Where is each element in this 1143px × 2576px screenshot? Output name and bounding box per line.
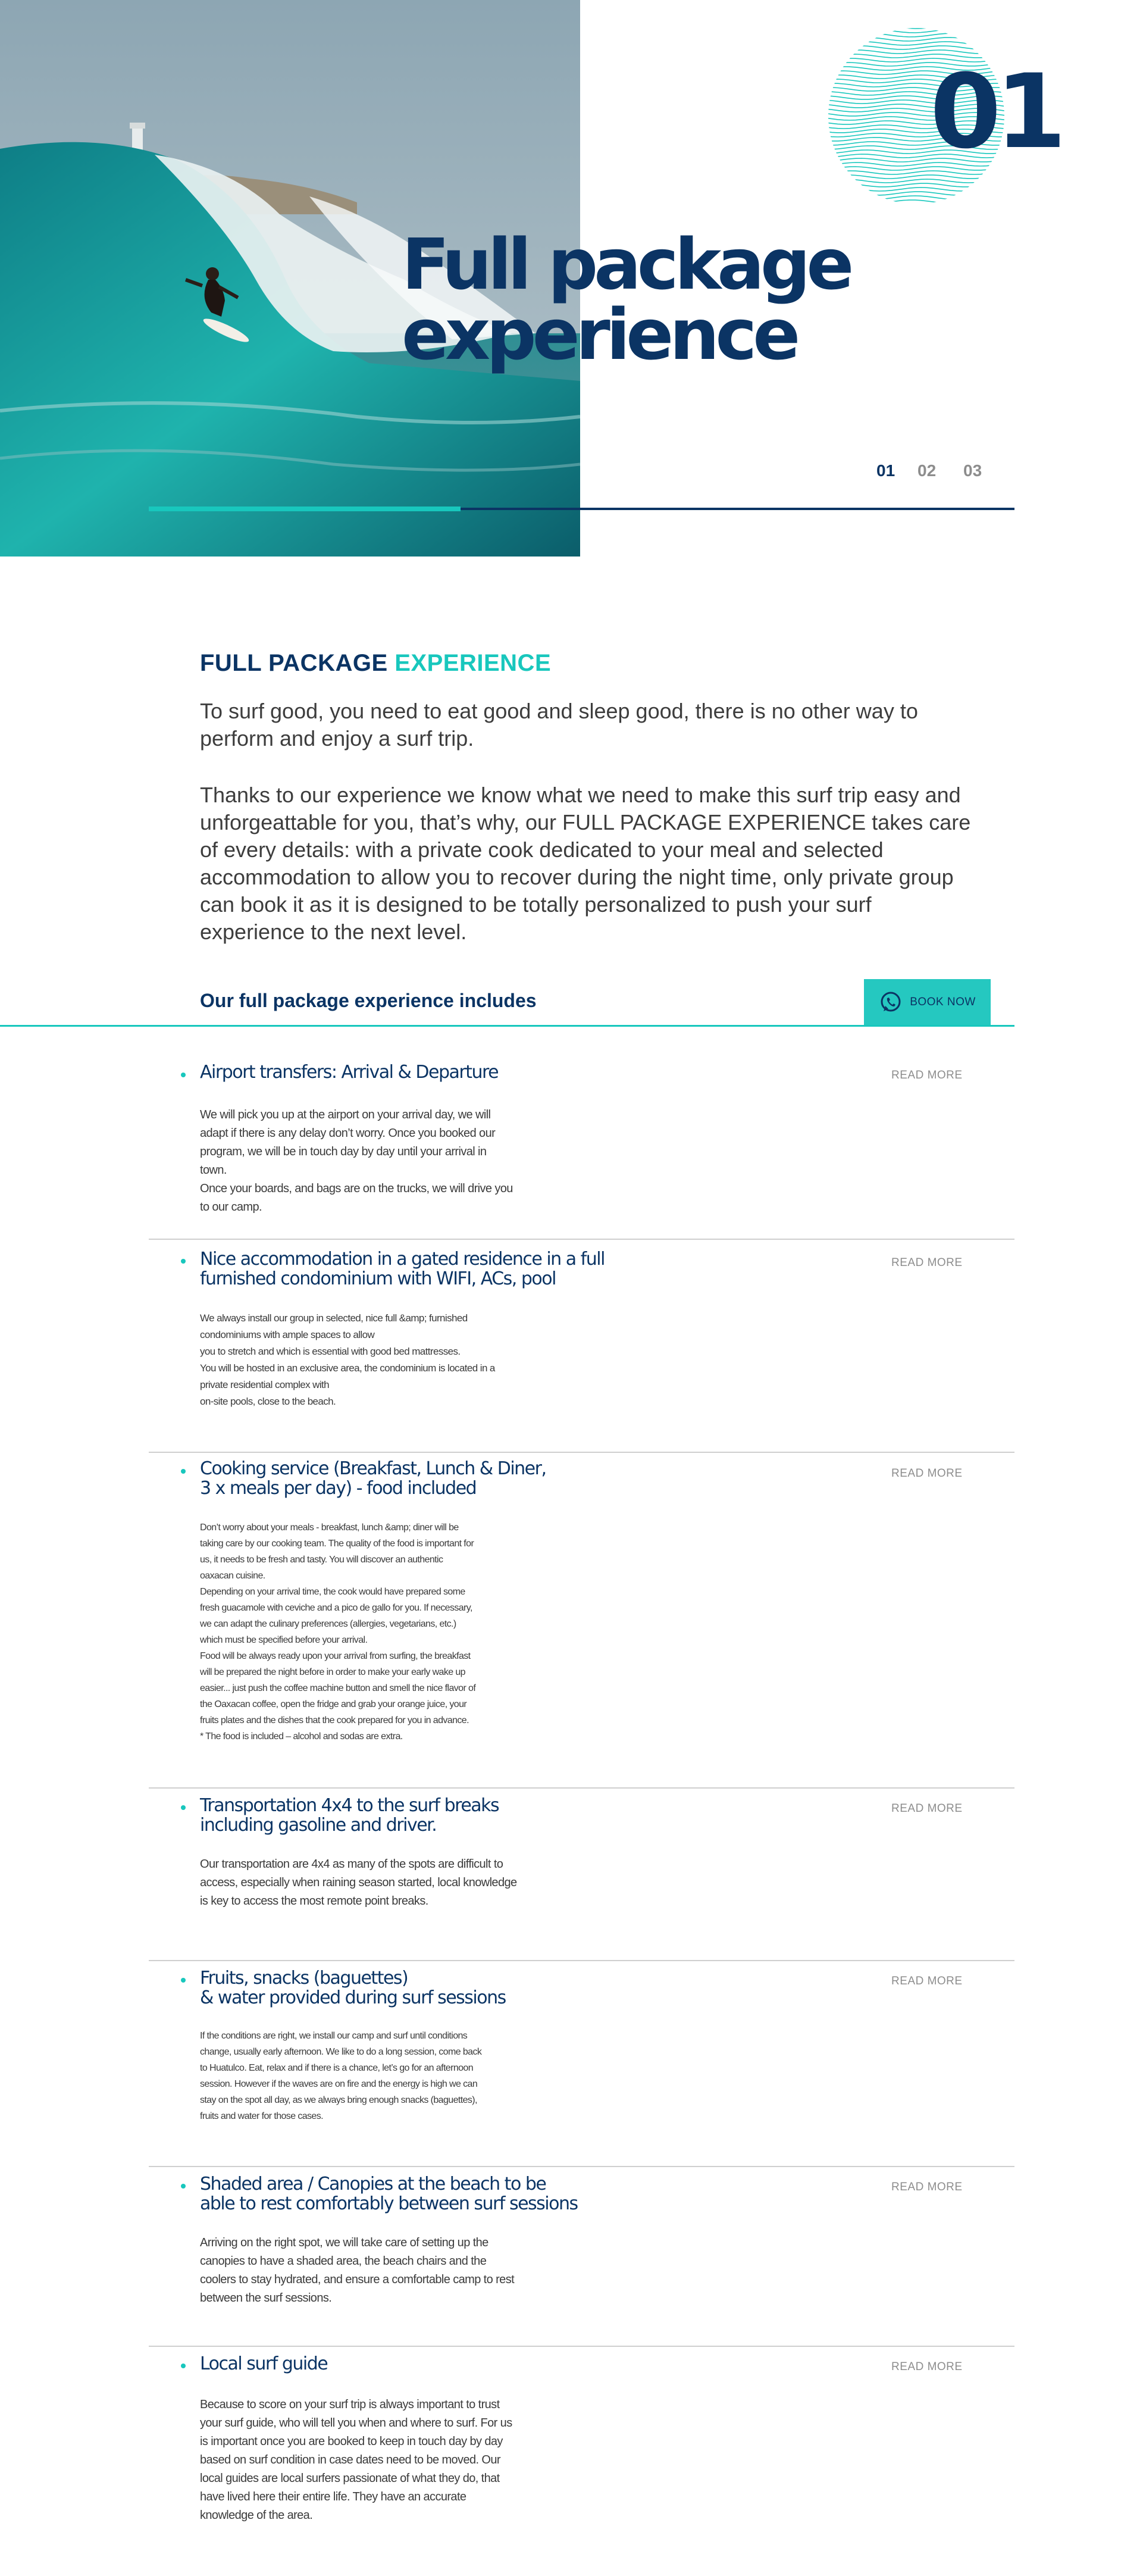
item-title: Local surf guide: [200, 2353, 328, 2374]
item-title: Fruits, snacks (baguettes) & water provi…: [200, 1968, 506, 2008]
bullet-icon: [181, 1073, 186, 1077]
whatsapp-icon: [881, 992, 901, 1012]
slider-progress-fill: [149, 507, 461, 511]
includes-divider: [0, 1025, 1014, 1027]
item-body: Our transportation are 4x4 as many of th…: [200, 1858, 517, 1908]
item-body: We always install our group in selected,…: [200, 1312, 495, 1407]
hero-title: Full package experience: [402, 229, 937, 370]
item-body: Don’t worry about your meals - breakfast…: [200, 1523, 476, 1742]
bullet-icon: [181, 1978, 186, 1983]
read-more-link[interactable]: READ MORE: [891, 1802, 963, 1815]
bullet-icon: [181, 2364, 186, 2368]
intro-paragraph-1: To surf good, you need to eat good and s…: [200, 699, 918, 751]
item-body: Arriving on the right spot, we will take…: [200, 2236, 515, 2305]
list-item: Local surf guide READ MORE Because to sc…: [149, 2347, 1014, 2573]
bullet-icon: [181, 2184, 186, 2189]
section-number: 01: [930, 52, 1066, 171]
list-item: Shaded area / Canopies at the beach to b…: [149, 2167, 1014, 2347]
item-title: Transportation 4x4 to the surf breaks in…: [200, 1795, 500, 1836]
heading-part-1: FULL PACKAGE: [200, 650, 388, 676]
read-more-link[interactable]: READ MORE: [891, 1069, 963, 1082]
book-now-label: BOOK NOW: [910, 996, 976, 1008]
read-more-link[interactable]: READ MORE: [891, 1467, 963, 1480]
read-more-link[interactable]: READ MORE: [891, 1975, 963, 1988]
list-item: Airport transfers: Arrival & Departure R…: [149, 1056, 1014, 1240]
bullet-icon: [181, 1805, 186, 1810]
hero-title-line2: experience: [402, 293, 800, 376]
item-title: Airport transfers: Arrival & Departure: [200, 1062, 499, 1083]
read-more-link[interactable]: READ MORE: [891, 1256, 963, 1270]
includes-title: Our full package experience includes: [200, 990, 537, 1011]
pager-item-01[interactable]: 01: [876, 461, 895, 480]
pager-item-03[interactable]: 03: [963, 461, 982, 480]
list-item: Nice accommodation in a gated residence …: [149, 1240, 1014, 1453]
item-body: We will pick you up at the airport on yo…: [200, 1108, 513, 1214]
pager-item-02[interactable]: 02: [917, 461, 936, 480]
item-title: Nice accommodation in a gated residence …: [200, 1249, 605, 1289]
read-more-link[interactable]: READ MORE: [891, 2361, 963, 2374]
item-title: Cooking service (Breakfast, Lunch & Dine…: [200, 1458, 547, 1499]
section-heading: FULL PACKAGE EXPERIENCE: [200, 650, 551, 677]
intro-paragraph-2: Thanks to our experience we know what we…: [200, 783, 971, 944]
item-body: Because to score on your surf trip is al…: [200, 2398, 512, 2522]
hero-title-line1: Full package: [402, 223, 854, 305]
list-item: Cooking service (Breakfast, Lunch & Dine…: [149, 1453, 1014, 1789]
bullet-icon: [181, 1259, 186, 1264]
hero-section: 01 Full package experience 01 02 03: [0, 0, 1143, 557]
list-item: Transportation 4x4 to the surf breaks in…: [149, 1789, 1014, 1961]
list-item: Fruits, snacks (baguettes) & water provi…: [149, 1961, 1014, 2167]
heading-part-2: EXPERIENCE: [394, 650, 552, 676]
item-title: Shaded area / Canopies at the beach to b…: [200, 2174, 578, 2214]
read-more-link[interactable]: READ MORE: [891, 2181, 963, 2194]
item-body: If the conditions are right, we install …: [200, 2031, 482, 2121]
bullet-icon: [181, 1469, 186, 1474]
book-now-button[interactable]: BOOK NOW: [864, 979, 991, 1026]
